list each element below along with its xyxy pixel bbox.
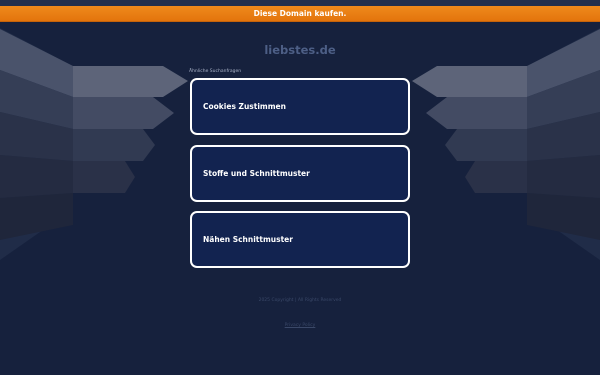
related-link-label: Cookies Zustimmen [203,102,286,111]
related-link-label: Stoffe und Schnittmuster [203,169,310,178]
buy-domain-banner[interactable]: Diese Domain kaufen. [0,6,600,22]
related-link-naehen[interactable]: Nähen Schnittmuster [190,211,410,268]
privacy-policy-container: Privacy Policy [0,311,600,330]
related-link-stoffe[interactable]: Stoffe und Schnittmuster [190,145,410,202]
copyright-text: 2025 Copyright | All Rights Reserved [258,298,342,303]
privacy-policy-link[interactable]: Privacy Policy [285,323,316,328]
domain-title: liebstes.de [264,43,336,57]
related-link-cookies[interactable]: Cookies Zustimmen [190,78,410,135]
related-searches-label: Ähnliche Suchanfragen [189,69,242,74]
parked-domain-page: Diese Domain kaufen. liebstes.de Ähnlich… [0,0,600,375]
buy-domain-label: Diese Domain kaufen. [253,9,347,18]
related-link-label: Nähen Schnittmuster [203,235,293,244]
